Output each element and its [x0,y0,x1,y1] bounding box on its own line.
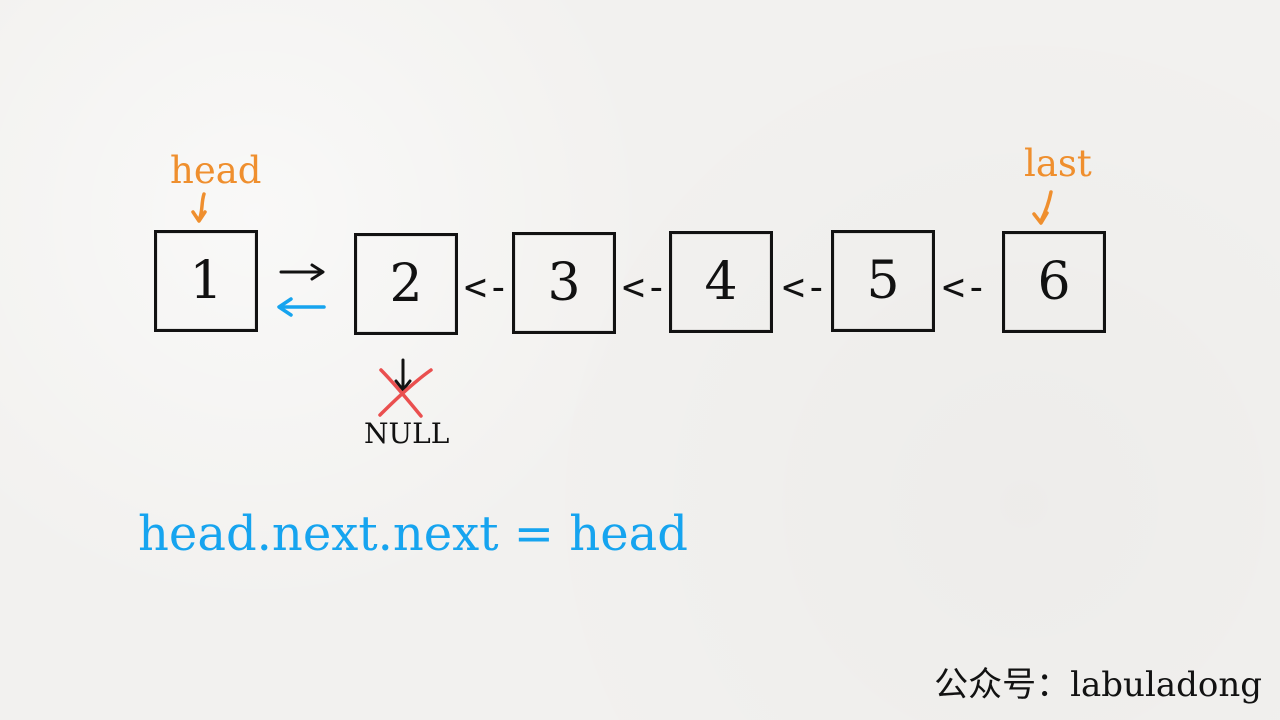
down-arrow-icon [191,192,207,223]
right-arrow-icon [279,263,325,281]
diagram-overlay [191,190,1053,418]
down-arrow-icon [394,358,412,392]
left-arrow-icon [277,297,326,317]
down-arrow-icon [1032,190,1053,225]
cross-icon [378,368,433,418]
